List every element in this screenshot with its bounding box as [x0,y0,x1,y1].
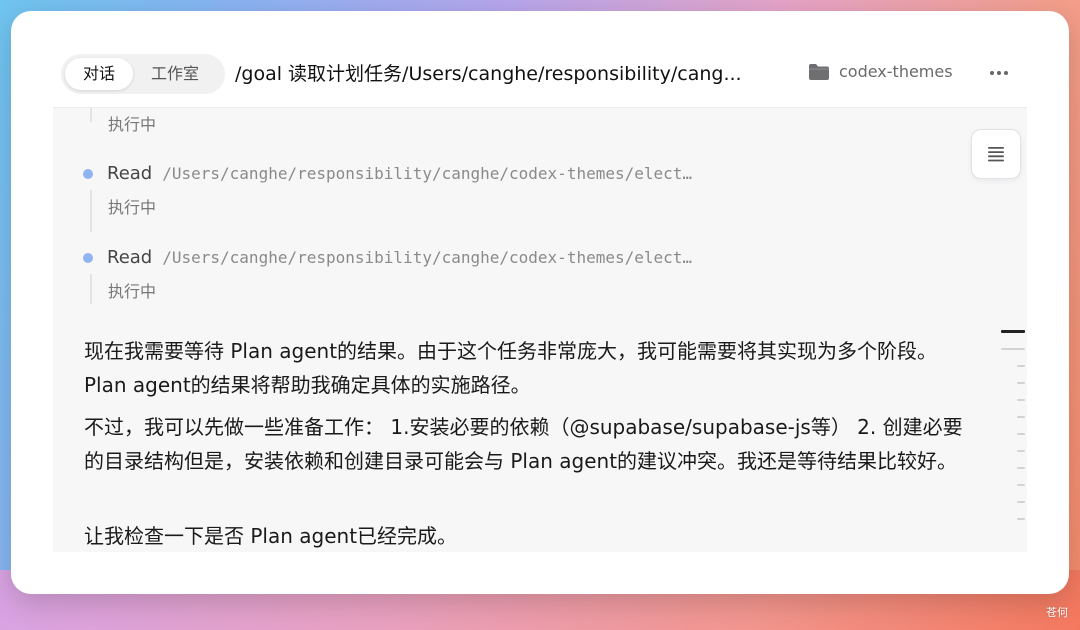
tool-step[interactable]: Read /Users/canghe/responsibility/canghe… [83,163,737,184]
app-window: 对话 工作室 /goal 读取计划任务/Users/canghe/respons… [11,11,1069,594]
tab-studio[interactable]: 工作室 [133,58,217,90]
conversation-title: /goal 读取计划任务/Users/canghe/responsibility… [235,63,742,85]
step-dot [83,168,93,179]
step-status: 执行中 [108,282,157,301]
timeline-connector [90,274,92,304]
step-dot [83,252,93,263]
header: 对话 工作室 /goal 读取计划任务/Users/canghe/respons… [11,11,1069,107]
step-status: 执行中 [108,115,157,134]
more-options-button[interactable] [985,61,1013,85]
message-paragraph: 现在我需要等待 Plan agent的结果。由于这个任务非常庞大，我可能需要将其… [84,339,938,397]
conversation-content[interactable]: 执行中 Read /Users/canghe/responsibility/ca… [53,107,1027,552]
project-name: codex-themes [839,62,953,81]
step-path: /Users/canghe/responsibility/canghe/code… [162,248,693,267]
outline-button[interactable] [971,129,1021,179]
timeline-connector [90,190,92,232]
tab-chat[interactable]: 对话 [65,58,134,90]
step-label: Read [107,163,153,184]
step-status: 执行中 [108,198,157,217]
watermark: 苍何 [1046,606,1068,619]
project-selector[interactable]: codex-themes [808,62,953,81]
mode-switcher: 对话 工作室 [61,54,225,94]
tool-step[interactable]: Read /Users/canghe/responsibility/canghe… [83,247,737,268]
list-icon [988,147,1004,162]
message-paragraph: 不过，我可以先做一些准备工作： 1.安装必要的依赖（@supabase/supa… [84,415,963,473]
timeline-connector [90,108,92,122]
message-paragraph: 让我检查一下是否 Plan agent已经完成。 [84,524,458,548]
more-horizontal-icon [990,71,994,75]
scroll-minimap[interactable] [995,330,1025,535]
step-label: Read [107,247,153,268]
minimap-current [1001,330,1025,333]
step-path: /Users/canghe/responsibility/canghe/code… [162,164,693,183]
folder-icon [809,63,829,80]
